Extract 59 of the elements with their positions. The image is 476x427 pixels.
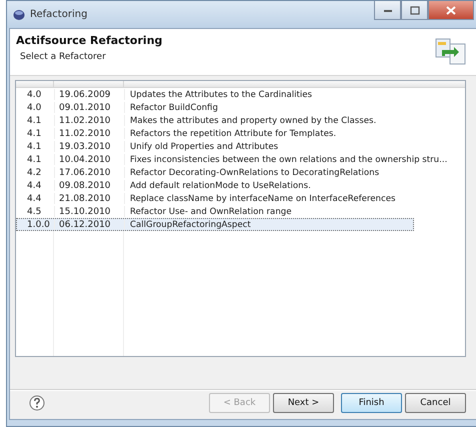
table-row[interactable]: 4.1 11.02.2010 Refactors the repetition Attribute for Templates. <box>16 127 465 140</box>
table-row[interactable]: 4.5 15.10.2010 Refactor Use- and OwnRelation range <box>16 205 465 218</box>
table-cell: 4.0 <box>17 102 55 113</box>
table-cell: 09.08.2010 <box>55 180 125 191</box>
table-cell-text: Refactors the repetition Attribute for Templates. <box>129 128 338 139</box>
table-cell: 4.2 <box>17 167 55 178</box>
table-cell: 15.10.2010 <box>55 206 125 217</box>
table-row[interactable]: 4.4 21.08.2010 Replace className by interfaceName on InterfaceReferences <box>16 192 465 205</box>
table-cell-text: Updates the Attributes to the Cardinalities <box>129 89 314 100</box>
table-cell: 4.1 <box>17 128 55 139</box>
table-cell: 10.04.2010 <box>55 154 125 165</box>
table-cell: 4.4 <box>17 193 55 204</box>
table-cell: 21.08.2010 <box>55 193 125 204</box>
table-cell: 4.4 <box>17 180 55 191</box>
table-row[interactable]: 4.2 17.06.2010 Refactor Decorating-OwnRelations to DecoratingRelations <box>16 166 465 179</box>
page-subtitle: Select a Refactorer <box>20 52 107 62</box>
table-cell: 19.03.2010 <box>55 141 125 152</box>
table-cell: 4.1 <box>17 154 55 165</box>
table-cell-text: Refactor Decorating-OwnRelations to DecoratingRelations <box>129 167 380 178</box>
refactor-icon <box>434 36 468 66</box>
table-row[interactable]: 4.1 19.03.2010 Unify old Properties and Attributes <box>16 140 465 153</box>
close-button[interactable] <box>428 1 474 20</box>
maximize-button[interactable] <box>401 1 428 20</box>
table-cell: 19.06.2009 <box>55 89 125 100</box>
table-cell: 06.12.2010 <box>55 219 125 230</box>
table-cell: 11.02.2010 <box>55 128 125 139</box>
finish-button[interactable]: Finish <box>341 393 402 413</box>
table-cell-text: CallGroupRefactoringAspect <box>129 219 251 230</box>
cancel-button[interactable]: Cancel <box>405 393 466 413</box>
minimize-icon <box>382 7 392 13</box>
table-row[interactable]: 1.0.0 06.12.2010 CallGroupRefactoringAspect <box>16 218 414 231</box>
table-cell: 17.06.2010 <box>55 167 125 178</box>
table-cell: 4.5 <box>17 206 55 217</box>
maximize-icon <box>410 6 420 14</box>
table-cell: 4.1 <box>17 115 55 126</box>
table-cell: 4.0 <box>17 89 55 100</box>
table-row[interactable]: 4.1 10.04.2010 Fixes inconsistencies between the own relations and the ownership stru... <box>16 153 465 166</box>
table-cell-text: Unify old Properties and Attributes <box>129 141 280 152</box>
close-icon <box>446 6 456 14</box>
help-icon[interactable] <box>29 395 45 411</box>
table-row[interactable]: 4.0 19.06.2009 Updates the Attributes to the Cardinalities <box>16 88 465 101</box>
table-cell: 1.0.0 <box>17 219 55 230</box>
page-title: Actifsource Refactoring <box>16 34 162 47</box>
table-row[interactable]: 4.1 11.02.2010 Makes the attributes and property owned by the Classes. <box>16 114 465 127</box>
table-cell-text: Makes the attributes and property owned by the Classes. <box>129 115 378 126</box>
table-cell-text: Replace className by interfaceName on InterfaceReferences <box>129 193 396 204</box>
table-cell-text: Refactor BuildConfig <box>129 102 219 113</box>
table-row[interactable]: 4.4 09.08.2010 Add default relationMode to UseRelations. <box>16 179 465 192</box>
next-button[interactable]: Next > <box>273 393 334 413</box>
table-cell: 11.02.2010 <box>55 115 125 126</box>
table-row[interactable]: 4.0 09.01.2010 Refactor BuildConfig <box>16 101 465 114</box>
table-cell-text: Add default relationMode to UseRelations. <box>129 180 312 191</box>
window-title: Refactoring <box>30 9 88 20</box>
table-cell-text: Refactor Use- and OwnRelation range <box>129 206 293 217</box>
table-cell-text: Fixes inconsistencies between the own relations and the ownership stru... <box>129 154 448 165</box>
table-cell: 09.01.2010 <box>55 102 125 113</box>
minimize-button[interactable] <box>374 1 401 20</box>
table-cell: 4.1 <box>17 141 55 152</box>
app-icon <box>13 8 25 20</box>
